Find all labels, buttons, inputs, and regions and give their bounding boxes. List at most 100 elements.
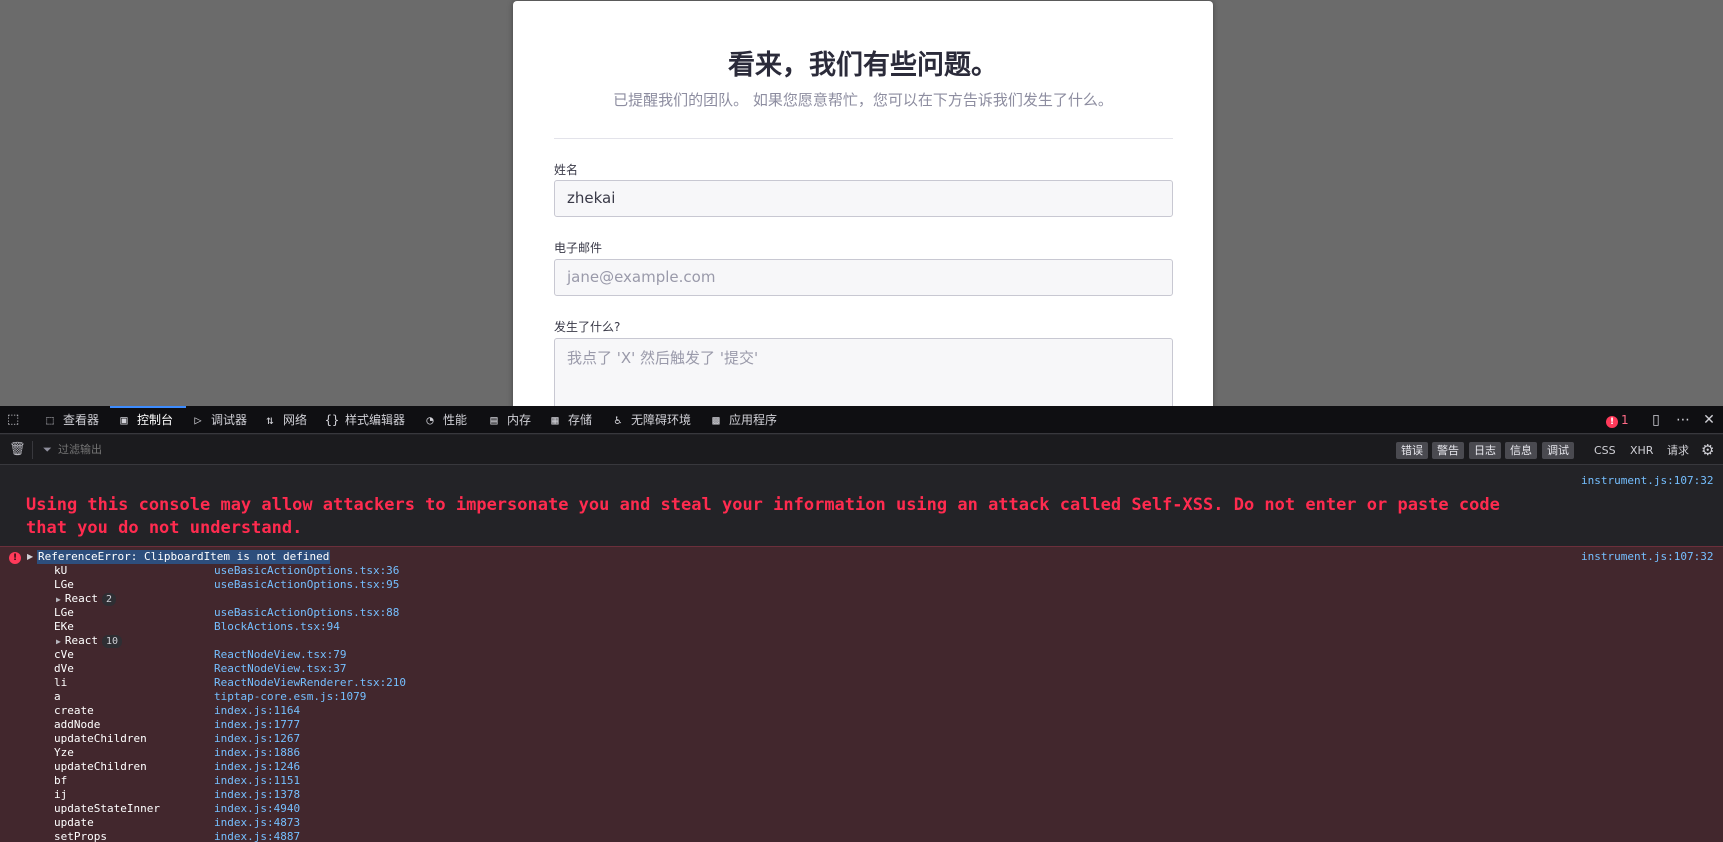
memory-icon: ▤ [490, 413, 498, 427]
tab-label: 查看器 [63, 413, 100, 427]
stack-frame-function: create [54, 704, 94, 717]
stack-frame-location-link[interactable]: tiptap-core.esm.js:1079 [214, 690, 366, 703]
error-message-row: ! ▶ ReferenceError: ClipboardItem is not… [0, 546, 1723, 842]
expand-triangle-icon: ▶ [56, 595, 61, 604]
tab-inspector[interactable]: ⬚ 查看器 [42, 406, 99, 434]
stack-frame-function: LGe [54, 606, 74, 619]
group-name: React [64, 592, 98, 605]
filter-output-input[interactable] [58, 441, 358, 459]
tab-storage[interactable]: ▦ 存储 [547, 406, 592, 434]
more-options-icon[interactable]: ⋯ [1674, 411, 1692, 429]
stack-frame-function: EKe [54, 620, 74, 633]
level-button-0[interactable]: 错误 [1396, 442, 1428, 459]
self-xss-warning: Using this console may allow attackers t… [26, 495, 1500, 538]
feedback-dialog: 看来，我们有些问题。 已提醒我们的团队。 如果您愿意帮忙，您可以在下方告诉我们发… [513, 1, 1213, 406]
console-filterbar: 🗑 ⏷ 错误警告日志信息调试 CSS XHR 请求 ⚙ [0, 435, 1723, 465]
stack-frame-function: li [54, 676, 68, 689]
tab-application[interactable]: ▩ 应用程序 [708, 406, 777, 434]
expand-triangle-icon: ▶ [56, 637, 61, 646]
performance-icon: ◔ [426, 413, 434, 427]
error-source-link[interactable]: instrument.js:107:32 [1581, 550, 1713, 563]
stack-frame-location-link[interactable]: index.js:1378 [214, 788, 300, 801]
stack-frame-function: a [54, 690, 61, 703]
dialog-subtitle: 已提醒我们的团队。 如果您愿意帮忙，您可以在下方告诉我们发生了什么。 [613, 91, 1113, 109]
tab-label: 样式编辑器 [345, 413, 406, 427]
stack-frame-group[interactable]: ▶ React 10 [56, 634, 122, 648]
stack-frame-function: updateStateInner [54, 802, 160, 815]
name-label: 姓名 [554, 163, 579, 177]
group-count-badge: 2 [101, 593, 116, 606]
stack-frame-location-link[interactable]: index.js:4940 [214, 802, 300, 815]
what-happened-textarea[interactable]: 我点了 'X' 然后触发了 '提交' [554, 338, 1173, 406]
tab-accessibility[interactable]: ♿ 无障碍环境 [610, 406, 691, 434]
tab-label: 无障碍环境 [631, 413, 692, 427]
stack-frame-location-link[interactable]: ReactNodeViewRenderer.tsx:210 [214, 676, 406, 689]
stack-frame-location-link[interactable]: index.js:4873 [214, 816, 300, 829]
stack-frame-function: kU [54, 564, 68, 577]
stack-frame-location-link[interactable]: index.js:1246 [214, 760, 300, 773]
name-input[interactable]: zhekai [554, 180, 1173, 217]
request-filter-button-2[interactable]: 请求 [1667, 442, 1689, 459]
expand-triangle-icon[interactable]: ▶ [27, 551, 35, 563]
tab-style-editor[interactable]: {} 样式编辑器 [324, 406, 405, 434]
stack-frame-location-link[interactable]: index.js:1777 [214, 718, 300, 731]
tab-network[interactable]: ⇅ 网络 [262, 406, 307, 434]
stack-frame-location-link[interactable]: ReactNodeView.tsx:37 [214, 662, 346, 675]
filter-icon: ⏷ [43, 443, 52, 456]
storage-icon: ▦ [551, 413, 559, 427]
tab-label: 性能 [443, 413, 468, 427]
level-button-4[interactable]: 调试 [1542, 442, 1574, 459]
stack-frame-function: bf [54, 774, 68, 787]
tab-debugger[interactable]: ▷ 调试器 [190, 406, 247, 434]
stack-frame-function: dVe [54, 662, 74, 675]
console-icon: ▣ [120, 413, 128, 427]
email-input[interactable]: jane@example.com [554, 259, 1173, 296]
application-icon: ▩ [712, 413, 720, 427]
level-button-1[interactable]: 警告 [1432, 442, 1464, 459]
stack-frame-location-link[interactable]: index.js:4887 [214, 830, 300, 842]
stack-frame-group[interactable]: ▶ React 2 [56, 592, 116, 606]
stack-frame-location-link[interactable]: index.js:1267 [214, 732, 300, 745]
console-settings-gear-icon[interactable]: ⚙ [1701, 442, 1717, 458]
group-count-badge: 10 [101, 635, 122, 648]
dialog-title: 看来，我们有些问题。 [728, 50, 998, 81]
level-button-2[interactable]: 日志 [1469, 442, 1501, 459]
close-icon[interactable]: ✕ [1700, 411, 1718, 429]
clear-console-icon[interactable]: 🗑 [9, 442, 26, 458]
what-happened-label: 发生了什么? [554, 320, 621, 334]
style-editor-icon: {} [324, 413, 340, 427]
stack-frame-location-link[interactable]: index.js:1164 [214, 704, 300, 717]
stack-frame-function: Yze [54, 746, 74, 759]
tab-console[interactable]: ▣ 控制台 [109, 406, 187, 434]
stack-frame-location-link[interactable]: useBasicActionOptions.tsx:88 [214, 606, 399, 619]
request-filter-button-0[interactable]: CSS [1594, 442, 1616, 459]
element-picker-icon[interactable]: ⬚ [7, 412, 23, 428]
console-output: instrument.js:107:32 Using this console … [0, 466, 1723, 842]
error-count-badge[interactable]: ! 1 [1606, 413, 1629, 428]
stack-frame-function: ij [54, 788, 68, 801]
debugger-icon: ▷ [194, 413, 202, 427]
stack-frame-location-link[interactable]: BlockActions.tsx:94 [214, 620, 340, 633]
warning-source-link[interactable]: instrument.js:107:32 [1581, 474, 1713, 487]
tab-memory[interactable]: ▤ 内存 [486, 406, 531, 434]
inspector-icon: ⬚ [46, 413, 54, 427]
tab-label: 存储 [568, 413, 593, 427]
error-icon: ! [1606, 416, 1618, 428]
stack-frame-function: addNode [54, 718, 101, 731]
stack-frame-location-link[interactable]: index.js:1886 [214, 746, 300, 759]
group-name: React [64, 634, 98, 647]
stack-frame-location-link[interactable]: useBasicActionOptions.tsx:36 [214, 564, 399, 577]
stack-frame-location-link[interactable]: ReactNodeView.tsx:79 [214, 648, 346, 661]
request-filter-button-1[interactable]: XHR [1630, 442, 1653, 459]
tab-label: 应用程序 [729, 413, 778, 427]
filter-separator [32, 441, 33, 459]
error-count-text: 1 [1621, 413, 1629, 427]
stack-frame-location-link[interactable]: index.js:1151 [214, 774, 300, 787]
stack-frame-location-link[interactable]: useBasicActionOptions.tsx:95 [214, 578, 399, 591]
tab-performance[interactable]: ◔ 性能 [422, 406, 467, 434]
level-button-3[interactable]: 信息 [1505, 442, 1537, 459]
responsive-design-icon[interactable]: ▯ [1647, 411, 1665, 429]
error-message-text[interactable]: ReferenceError: ClipboardItem is not def… [37, 550, 331, 564]
tab-label: 网络 [283, 413, 308, 427]
tab-label: 控制台 [137, 413, 174, 427]
